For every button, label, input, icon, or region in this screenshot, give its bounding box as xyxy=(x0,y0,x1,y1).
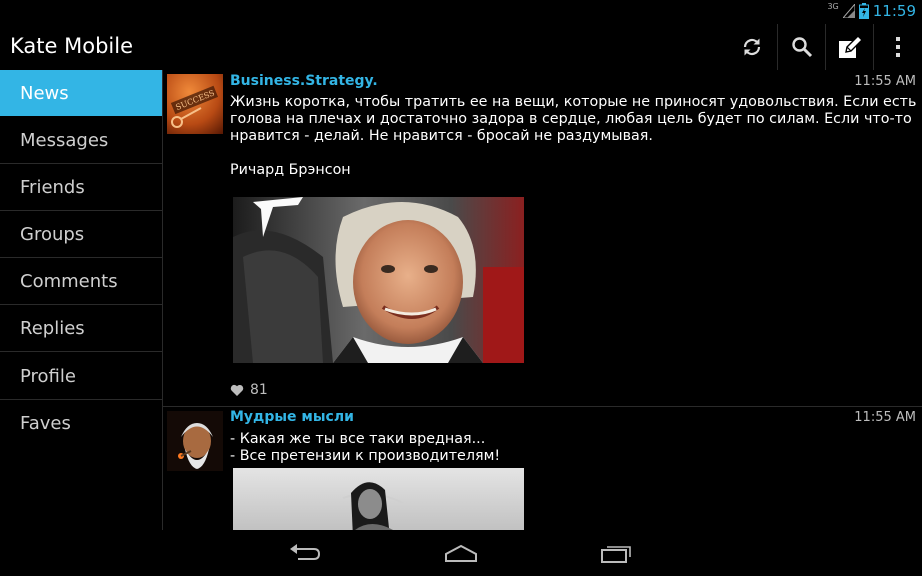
sidebar-item-friends[interactable]: Friends xyxy=(0,164,162,210)
sidebar-item-comments[interactable]: Comments xyxy=(0,258,162,304)
recent-apps-icon xyxy=(601,546,631,563)
back-icon xyxy=(290,544,321,560)
app-title: Kate Mobile xyxy=(10,34,133,58)
post-text-line: голова на плечах и достаточно задора в с… xyxy=(230,111,912,127)
sidebar-item-label: Profile xyxy=(20,365,76,387)
search-icon xyxy=(791,37,812,58)
post-author[interactable]: Business.Strategy. xyxy=(230,73,378,89)
sidebar-item-label: Comments xyxy=(20,270,118,292)
search-button[interactable] xyxy=(778,24,825,70)
sidebar-item-news[interactable]: News xyxy=(0,70,162,116)
sidebar-item-profile[interactable]: Profile xyxy=(0,353,162,399)
photo-woman xyxy=(233,468,524,530)
like-count: 81 xyxy=(250,382,268,398)
sidebar-item-messages[interactable]: Messages xyxy=(0,117,162,163)
sidebar-item-label: Faves xyxy=(20,412,71,434)
battery-icon xyxy=(858,3,869,19)
post-text-line: - Все претензии к производителям! xyxy=(230,448,501,464)
post-time: 11:55 AM xyxy=(854,410,916,425)
sidebar-item-label: Replies xyxy=(20,317,85,339)
heart-icon xyxy=(230,384,244,396)
sidebar-item-label: Messages xyxy=(20,129,109,151)
avatar-image: SUCCESS xyxy=(167,74,223,134)
sidebar-item-label: Groups xyxy=(20,223,85,245)
sidebar-divider xyxy=(0,351,162,352)
post-text: Жизнь коротка, чтобы тратить ее на вещи,… xyxy=(230,94,916,179)
post-text-line: нравится - делай. Не нравится - бросай н… xyxy=(230,128,653,144)
post-text: - Какая же ты все таки вредная... - Все … xyxy=(230,431,500,465)
post-photo[interactable] xyxy=(233,197,524,363)
feed-post[interactable]: Мудрые мысли 11:55 AM - Какая же ты все … xyxy=(163,407,922,530)
avatar-image xyxy=(167,411,223,471)
author-avatar[interactable] xyxy=(167,411,223,471)
post-time: 11:55 AM xyxy=(854,74,916,89)
sidebar-item-label: News xyxy=(20,82,69,104)
clock: 11:59 xyxy=(872,2,916,20)
author-avatar[interactable]: SUCCESS xyxy=(167,74,223,134)
back-button[interactable] xyxy=(275,538,335,568)
action-bar: Kate Mobile xyxy=(0,24,922,71)
system-navigation-bar xyxy=(0,530,922,576)
photo-portrait xyxy=(233,197,524,363)
network-type: 3G xyxy=(827,1,839,11)
status-bar: 3G 11:59 xyxy=(0,0,922,24)
post-photo[interactable] xyxy=(233,468,524,530)
post-author[interactable]: Мудрые мысли xyxy=(230,409,354,425)
sidebar: News Messages Friends Groups Comments Re… xyxy=(0,70,162,530)
feed-post[interactable]: SUCCESS Business.Strategy. 11:55 AM Жизн… xyxy=(163,70,922,406)
refresh-icon xyxy=(743,38,761,56)
sidebar-item-replies[interactable]: Replies xyxy=(0,305,162,351)
sidebar-item-groups[interactable]: Groups xyxy=(0,211,162,257)
refresh-button[interactable] xyxy=(728,24,776,70)
recent-apps-button[interactable] xyxy=(587,538,647,568)
like-button[interactable]: 81 xyxy=(230,382,268,398)
compose-button[interactable] xyxy=(826,24,873,70)
status-indicators: 3G 11:59 xyxy=(827,1,916,21)
home-button[interactable] xyxy=(431,538,491,568)
overflow-menu-button[interactable] xyxy=(874,24,922,70)
post-text-line: - Какая же ты все таки вредная... xyxy=(230,431,486,447)
sidebar-item-label: Friends xyxy=(20,176,85,198)
home-icon xyxy=(445,544,477,562)
compose-icon xyxy=(838,35,863,58)
signal-icon xyxy=(842,4,855,18)
post-text-line: Жизнь коротка, чтобы тратить ее на вещи,… xyxy=(230,94,917,110)
post-signature: Ричард Брэнсон xyxy=(230,162,351,178)
sidebar-item-faves[interactable]: Faves xyxy=(0,400,162,446)
overflow-menu-icon xyxy=(896,37,900,57)
news-feed[interactable]: SUCCESS Business.Strategy. 11:55 AM Жизн… xyxy=(163,70,922,530)
